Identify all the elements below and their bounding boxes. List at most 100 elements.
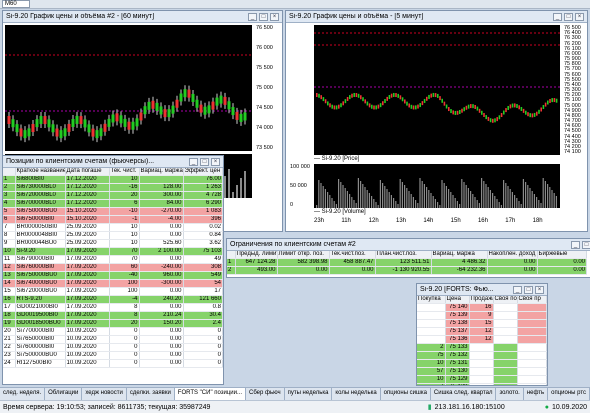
table-row[interactable]: 13 Si6750000BU0 17.09.2020 -40 960.00 549 bbox=[3, 271, 223, 280]
table-cell: RTS-9.20 bbox=[15, 295, 66, 304]
close-button[interactable]: × bbox=[270, 12, 279, 21]
volume-chart-5min[interactable] bbox=[314, 164, 560, 208]
table-row[interactable]: 22 Si7600000BI0 10.09.2020 0 0.00 0 bbox=[3, 343, 223, 352]
table-row[interactable]: 7 BR0000050BI0 25.09.2020 10 0.00 0.02 bbox=[3, 223, 223, 232]
positions-table[interactable]: Краткое название Дата погаше Тек. чист. Вар… bbox=[3, 168, 223, 368]
table-cell: 21 bbox=[3, 335, 16, 344]
table-cell: 7 bbox=[417, 383, 446, 385]
table-cell: -1 bbox=[109, 215, 140, 224]
minimize-button[interactable]: _ bbox=[248, 12, 257, 21]
workspace-tab[interactable]: опционы ртс bbox=[548, 388, 590, 400]
maximize-button[interactable]: □ bbox=[200, 157, 209, 166]
table-row[interactable]: 2 493.00 0.00 0.00 -1 130 920.55 -64 232.36 0.… bbox=[227, 266, 587, 275]
close-button[interactable]: × bbox=[535, 285, 544, 294]
column-header[interactable]: Вариац. маржа bbox=[431, 251, 488, 259]
table-row[interactable]: 12 Si6760000BI0 17.09.2020 60 -240.00 308 bbox=[3, 263, 223, 272]
price-chart-5min[interactable] bbox=[314, 25, 560, 155]
workspace-tab[interactable]: колы неделька bbox=[332, 388, 381, 400]
close-button[interactable]: × bbox=[575, 12, 584, 21]
table-row[interactable]: 5 Si6750000BU0 15.10.2020 -10 -270.00 1 083 bbox=[3, 207, 223, 216]
price-chart-60min[interactable] bbox=[5, 25, 252, 151]
table-cell: 49 bbox=[183, 255, 223, 264]
table-row[interactable]: 18 GD0019500BI0 17.09.2020 8 210.24 30.4 bbox=[3, 311, 223, 320]
workspace-tab[interactable]: Сбер фьюч bbox=[246, 388, 285, 400]
positions-window[interactable]: Позиции по клиентским счетам (фьючерсы).… bbox=[2, 155, 224, 385]
table-row[interactable]: 1 647 124.28 582 398.98 458 887.47 123 511.5… bbox=[227, 258, 587, 267]
limits-window[interactable]: Ограничения по клиентским счетам #2_□× П… bbox=[226, 238, 590, 278]
workspace-tab[interactable]: сделки. заявки bbox=[127, 388, 175, 400]
ask-row[interactable]: 75 137 12 bbox=[417, 327, 547, 336]
table-cell: 396 bbox=[183, 215, 223, 224]
workspace-tab[interactable]: FORTS "СИ" позиции... bbox=[174, 388, 246, 400]
column-header[interactable]: План.чист.поз. bbox=[375, 251, 432, 259]
workspace-tab[interactable]: Облигации bbox=[45, 388, 83, 400]
table-cell: 1 263 bbox=[183, 183, 223, 192]
table-row[interactable]: 8 BR0000048BI0 25.09.2020 10 0.00 0.84 bbox=[3, 231, 223, 240]
toolbar: M60 bbox=[0, 0, 590, 9]
table-row[interactable]: 16 RTS-9.20 17.09.2020 -4 240.20 121 660 bbox=[3, 295, 223, 304]
table-row[interactable]: 19 GD0018500BU0 17.09.2020 20 150.20 2.4 bbox=[3, 319, 223, 328]
ask-row[interactable]: 75 138 15 bbox=[417, 319, 547, 328]
table-row[interactable]: 23 Si7500000BU0 10.09.2020 0 0.00 0 bbox=[3, 351, 223, 360]
table-row[interactable]: 1 Si6800BI0 17.12.2020 10 76.00 bbox=[3, 175, 223, 184]
timeframe-combo[interactable]: M60 bbox=[2, 0, 30, 8]
column-header[interactable]: Продажа bbox=[469, 296, 494, 304]
bid-row[interactable]: 57 75 130 bbox=[417, 367, 547, 376]
maximize-button[interactable]: □ bbox=[582, 240, 590, 249]
minimize-button[interactable]: _ bbox=[553, 12, 562, 21]
maximize-button[interactable]: □ bbox=[564, 12, 573, 21]
table-row[interactable]: 15 Si6720000BU0 17.09.2020 100 0.00 17 bbox=[3, 287, 223, 296]
table-row[interactable]: 6 Si6750000BI0 15.10.2020 -1 -4.00 396 bbox=[3, 215, 223, 224]
table-cell: 0.00 bbox=[139, 303, 184, 312]
column-header[interactable]: Накоплен. доход bbox=[487, 251, 538, 259]
workspace-tab[interactable]: нефть bbox=[524, 388, 549, 400]
workspace-tab[interactable]: след. неделя. bbox=[0, 388, 46, 400]
workspace-tab[interactable]: золото. bbox=[496, 388, 524, 400]
column-header[interactable]: Своя пок bbox=[493, 296, 518, 304]
column-header[interactable]: Тек.чист.поз. bbox=[329, 251, 376, 259]
workspace-tab[interactable]: Сишка след. квартал bbox=[431, 388, 497, 400]
column-header[interactable]: Биржевые bbox=[537, 251, 587, 259]
workspace-tab[interactable]: хедж новости bbox=[82, 388, 127, 400]
bid-row[interactable]: 75 75 132 bbox=[417, 351, 547, 360]
bid-row[interactable]: 2 75 133 bbox=[417, 343, 547, 352]
table-row[interactable]: 9 BR000044BU0 25.09.2020 10 525.60 3.62 bbox=[3, 239, 223, 248]
window-title: Si-9.20 График цены и объёма #2 - [60 ми… bbox=[6, 13, 155, 20]
workspace-tab[interactable]: опционы сишка bbox=[381, 388, 431, 400]
table-row[interactable]: 24 RI127500BI0 10.09.2020 0 0.00 0 bbox=[3, 359, 223, 368]
column-header[interactable]: Цена bbox=[445, 296, 470, 304]
ask-row[interactable]: 75 136 12 bbox=[417, 335, 547, 344]
ask-row[interactable]: 75 139 9 bbox=[417, 311, 547, 320]
table-row[interactable]: 20 Si7700000BI0 10.09.2020 0 0.00 0 bbox=[3, 327, 223, 336]
bid-row[interactable]: 10 75 131 bbox=[417, 359, 547, 368]
table-row[interactable]: 3 Si6720000BL0 17.12.2020 20 300.00 4 728 bbox=[3, 191, 223, 200]
minimize-button[interactable]: _ bbox=[189, 157, 198, 166]
table-cell: 30.4 bbox=[183, 311, 223, 320]
orderbook-window[interactable]: Si-9.20 [FORTS: Фью... _ □ × Покупка Цена Про… bbox=[416, 283, 548, 386]
maximize-button[interactable]: □ bbox=[259, 12, 268, 21]
table-cell bbox=[517, 359, 547, 368]
bid-row[interactable]: 775 128 bbox=[417, 383, 547, 385]
table-row[interactable]: 21 Si7650000BI0 10.09.2020 0 0.00 0 bbox=[3, 335, 223, 344]
minimize-button[interactable]: _ bbox=[571, 240, 580, 249]
ask-row[interactable]: 75 140 16 bbox=[417, 303, 547, 312]
table-row[interactable]: 10 Si-9.20 17.09.2020 70 2 100.00 75 103 bbox=[3, 247, 223, 256]
table-row[interactable]: 11 Si6790000BI0 17.09.2020 70 0.00 49 bbox=[3, 255, 223, 264]
column-header[interactable]: Покупка bbox=[417, 296, 446, 304]
close-button[interactable]: × bbox=[211, 157, 220, 166]
column-header[interactable]: Лимит откр. поз. bbox=[277, 251, 330, 259]
table-row[interactable]: 17 GD0021000BI0 17.09.2020 8 0.00 0.8 bbox=[3, 303, 223, 312]
limits-table[interactable]: Предыд. лимит Лимит откр. поз. Тек.чист.по… bbox=[227, 251, 587, 275]
table-cell: 458 887.47 bbox=[329, 258, 376, 267]
minimize-button[interactable]: _ bbox=[513, 285, 522, 294]
chart-window-5min[interactable]: Si-9.20 График цены и объёма - [5 минут]… bbox=[285, 10, 588, 232]
table-row[interactable]: 2 Si6730000BL0 17.12.2020 -16 128.00 1 263 bbox=[3, 183, 223, 192]
workspace-tab[interactable]: путы неделька bbox=[285, 388, 333, 400]
column-header[interactable]: Своя пр bbox=[517, 296, 547, 304]
bid-row[interactable]: 10 75 129 bbox=[417, 375, 547, 384]
maximize-button[interactable]: □ bbox=[524, 285, 533, 294]
table-row[interactable]: 14 Si6740000BU0 17.09.2020 100 -300.00 54 bbox=[3, 279, 223, 288]
orderbook-table[interactable]: ПокупкаЦенаПродажаСвоя покСвоя пр 75 140… bbox=[417, 296, 547, 385]
column-header[interactable]: Предыд. лимит bbox=[235, 251, 278, 259]
table-row[interactable]: 4 Si6700000BL0 17.12.2020 6 84.00 6 290 bbox=[3, 199, 223, 208]
